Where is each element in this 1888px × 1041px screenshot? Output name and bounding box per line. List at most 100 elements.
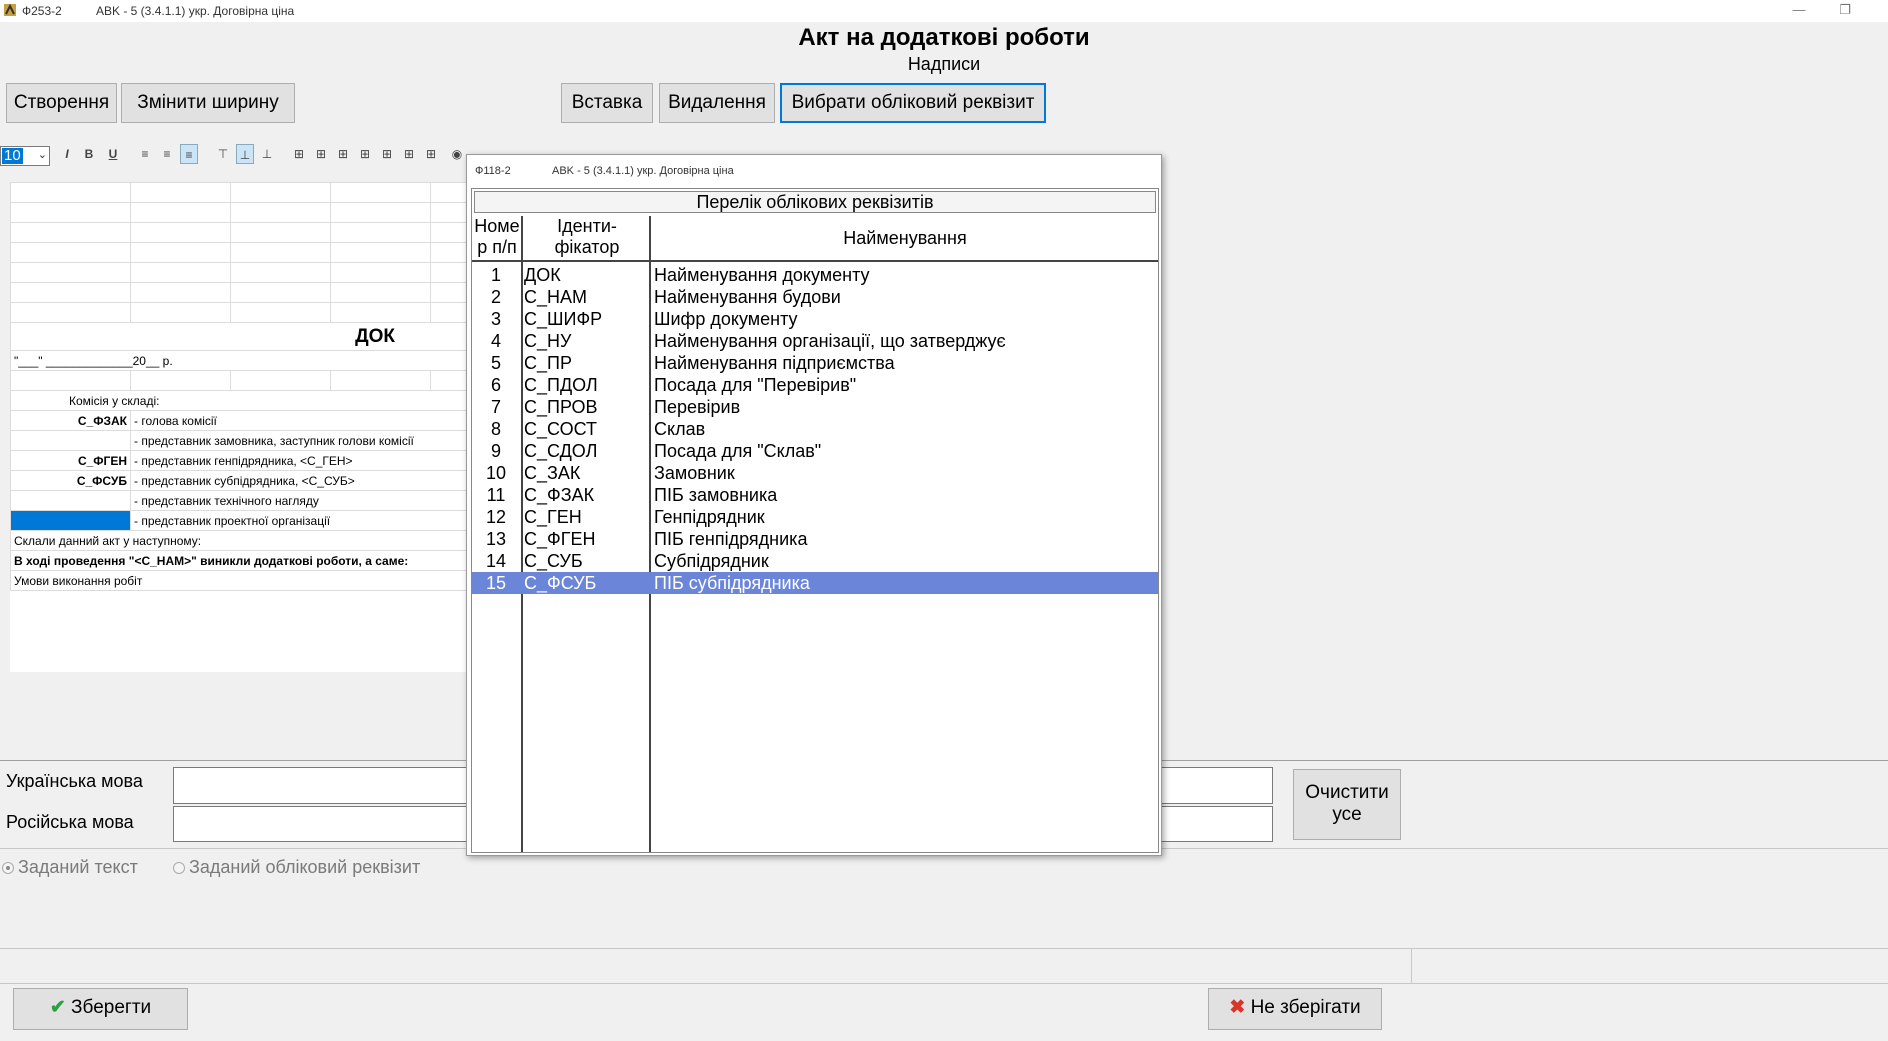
list-item[interactable]: 3 С_ШИФР Шифр документу [472, 308, 1158, 330]
list-item[interactable]: 2 С_НАМ Найменування будови [472, 286, 1158, 308]
insert-button[interactable]: Вставка [561, 83, 653, 123]
change-width-button[interactable]: Змінити ширину [121, 83, 295, 123]
item-number: 11 [486, 485, 506, 505]
col-header-id: Іденти- фікатор [554, 216, 620, 257]
item-name: Субпідрядник [654, 551, 769, 571]
radio-ukr[interactable]: ◉ [446, 144, 468, 164]
item-number: 3 [490, 309, 501, 329]
save-button[interactable]: ✔ Зберегти [13, 988, 188, 1030]
item-identifier: С_ФСУБ [524, 573, 597, 593]
item-number: 7 [490, 397, 501, 417]
item-name: Склав [654, 419, 706, 439]
create-button[interactable]: Створення [6, 83, 117, 123]
border-none-icon[interactable]: ⊞ [290, 144, 308, 164]
document-grid[interactable]: ДОК "___" _____________20__ р. Комісія у… [10, 182, 471, 672]
list-item[interactable]: 15 С_ФСУБ ПІБ субпідрядника [472, 572, 1158, 594]
item-number: 13 [485, 529, 507, 549]
doc-row-text: - представник субпідрядника, <С_СУБ> [130, 470, 471, 491]
restore-icon[interactable]: ❐ [1822, 0, 1868, 22]
list-item[interactable]: 12 С_ГЕН Генпідрядник [472, 506, 1158, 528]
item-identifier: С_ПРОВ [524, 397, 598, 417]
doc-commission: Комісія у складі: [10, 390, 471, 411]
border-right-icon[interactable]: ⊞ [334, 144, 352, 164]
list-item[interactable]: 10 С_ЗАК Замовник [472, 462, 1158, 484]
item-identifier: С_НАМ [524, 287, 588, 307]
item-name: ПІБ субпідрядника [654, 573, 810, 593]
item-number: 1 [490, 265, 501, 285]
no-save-label: Не зберігати [1250, 997, 1361, 1018]
check-icon: ✔ [49, 997, 66, 1018]
chevron-down-icon: ⌄ [37, 149, 47, 161]
doc-row-text: - представник технічного нагляду [130, 490, 471, 511]
list-item[interactable]: 14 С_СУБ Субпідрядник [472, 550, 1158, 572]
save-label: Зберегти [71, 997, 152, 1018]
item-identifier: С_СОСТ [524, 419, 598, 439]
item-name: Найменування будови [654, 287, 841, 307]
item-identifier: С_ГЕН [524, 507, 582, 527]
item-number: 4 [490, 331, 501, 351]
doc-row-text: - представник замовника, заступник голов… [130, 430, 471, 451]
list-item[interactable]: 11 С_ФЗАК ПІБ замовника [472, 484, 1158, 506]
list-item[interactable]: 7 С_ПРОВ Перевірив [472, 396, 1158, 418]
item-number: 12 [485, 507, 507, 527]
item-number: 2 [490, 287, 501, 307]
border-all-icon[interactable]: ⊞ [400, 144, 418, 164]
dialog-title: ABK - 5 (3.4.1.1) укр. Договірна ціна [552, 165, 734, 177]
align-center-icon[interactable]: ≡ [158, 144, 176, 164]
item-identifier: С_СУБ [524, 551, 583, 571]
border-bottom-icon[interactable]: ⊞ [378, 144, 396, 164]
item-name: Посада для "Склав" [654, 441, 822, 461]
item-identifier: С_ФЗАК [524, 485, 595, 505]
requisites-list[interactable]: Перелік облікових реквізитів Номе р п/п … [471, 188, 1159, 853]
item-identifier: С_ЗАК [524, 463, 581, 483]
list-item[interactable]: 5 С_ПР Найменування підприємства [472, 352, 1158, 374]
item-name: Посада для "Перевірив" [654, 375, 857, 395]
valign-top-icon[interactable]: ⊤ [214, 144, 232, 164]
font-size-value: 10 [2, 147, 23, 164]
selected-cell[interactable] [10, 510, 131, 531]
align-right-icon[interactable]: ≡ [180, 144, 198, 164]
ros-label: Російська мова [6, 812, 134, 832]
list-item[interactable]: 1 ДОК Найменування документу [472, 264, 1158, 286]
font-size-select[interactable]: 10 ⌄ [0, 146, 50, 166]
requisites-dialog: Ф118-2 ABK - 5 (3.4.1.1) укр. Договірна … [466, 154, 1162, 856]
border-top-icon[interactable]: ⊞ [356, 144, 374, 164]
list-item[interactable]: 4 С_НУ Найменування організації, що затвер… [472, 330, 1158, 352]
doc-row-text: - представник проектної організації [130, 510, 471, 531]
radio-given-requisite[interactable]: Заданий обліковий реквізит [173, 857, 420, 878]
align-left-icon[interactable]: ≡ [136, 144, 154, 164]
underline-button[interactable]: U [104, 144, 122, 164]
list-header: Номе р п/п Іденти- фікатор Найменування [472, 216, 1158, 262]
minimize-icon[interactable]: — [1776, 0, 1822, 22]
list-item[interactable]: 6 С_ПДОЛ Посада для "Перевірив" [472, 374, 1158, 396]
italic-button[interactable]: I [58, 144, 76, 164]
list-item[interactable]: 9 С_СДОЛ Посада для "Склав" [472, 440, 1158, 462]
page-title: Акт на додаткові роботи [798, 24, 1090, 51]
border-left-icon[interactable]: ⊞ [312, 144, 330, 164]
item-number: 15 [485, 573, 507, 593]
doc-bold-line: В ході проведення "<С_НАМ>" виникли дода… [10, 550, 471, 571]
doc-conditions: Умови виконання робіт [10, 570, 471, 591]
item-name: Шифр документу [654, 309, 798, 329]
select-requisite-button[interactable]: Вибрати обліковий реквізит [780, 83, 1046, 123]
item-number: 14 [485, 551, 507, 571]
bold-button[interactable]: B [80, 144, 98, 164]
item-name: ПІБ генпідрядника [654, 529, 808, 549]
border-outer-icon[interactable]: ⊞ [422, 144, 440, 164]
item-number: 6 [490, 375, 501, 395]
item-name: Генпідрядник [654, 507, 765, 527]
doc-row-id: С_ФСУБ [10, 470, 131, 491]
item-name: Найменування організації, що затверджує [654, 331, 1006, 351]
list-item[interactable]: 13 С_ФГЕН ПІБ генпідрядника [472, 528, 1158, 550]
valign-middle-icon[interactable]: ⊥ [236, 144, 254, 164]
valign-bottom-icon[interactable]: ⊥ [258, 144, 276, 164]
list-item[interactable]: 8 С_СОСТ Склав [472, 418, 1158, 440]
radio-dot-icon [173, 862, 185, 874]
item-number: 10 [485, 463, 507, 483]
close-icon: ✖ [1229, 997, 1246, 1018]
radio-given-text[interactable]: Заданий текст [2, 857, 138, 878]
col-header-name: Найменування [843, 228, 967, 248]
delete-button[interactable]: Видалення [659, 83, 775, 123]
clear-all-button[interactable]: Очистити усе [1293, 769, 1401, 840]
no-save-button[interactable]: ✖ Не зберігати [1208, 988, 1382, 1030]
